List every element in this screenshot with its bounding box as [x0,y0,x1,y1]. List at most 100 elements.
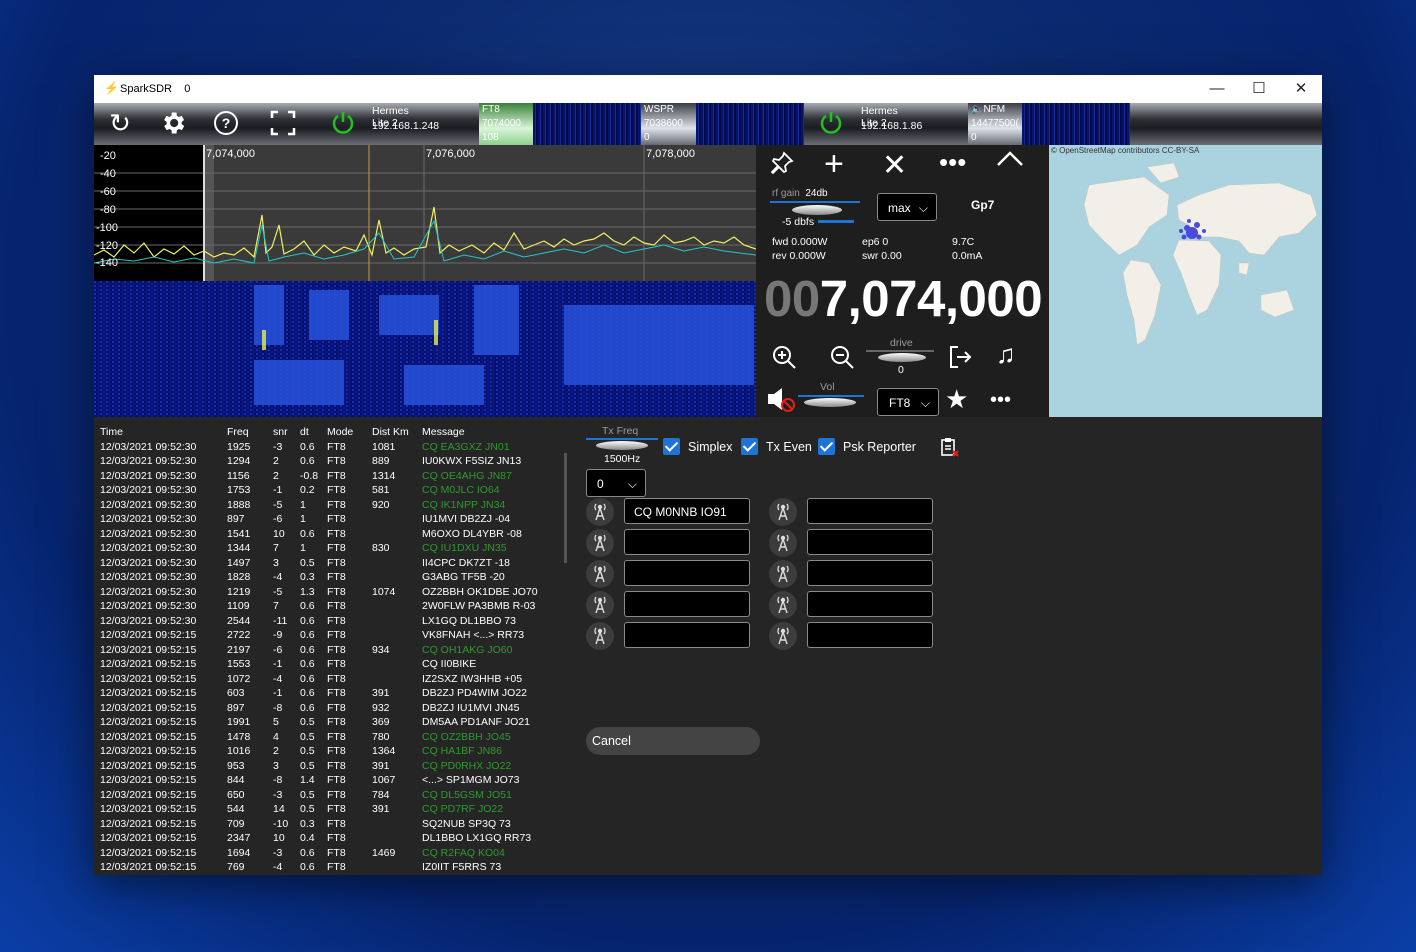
log-row[interactable]: 12/03/2021 09:52:30 1541 10 0.6 FT8 M6OXO DL4… [100,527,562,542]
tx-message-input[interactable] [807,498,933,524]
tx-message-input[interactable] [807,529,933,555]
world-map[interactable]: © OpenStreetMap contributors CC-BY-SA [1049,145,1322,417]
psk-reporter-checkbox[interactable] [818,438,835,455]
antenna-tower-icon[interactable] [769,591,797,619]
more-icon[interactable]: ••• [939,147,966,178]
log-row[interactable]: 12/03/2021 09:52:30 1109 7 0.6 FT8 2W0FLW PA3… [100,599,562,614]
tx-message-input[interactable] [624,591,750,617]
log-row[interactable]: 12/03/2021 09:52:15 1016 2 0.5 FT8 1364 CQ HA1… [100,744,562,759]
log-row[interactable]: 12/03/2021 09:52:15 2722 -9 0.6 FT8 VK8FNAH <… [100,628,562,643]
tx-even-checkbox[interactable] [741,438,758,455]
help-icon[interactable]: ? [208,105,244,141]
volume-slider[interactable] [798,395,864,397]
antenna-tower-icon[interactable] [769,560,797,588]
close-window-button[interactable]: ✕ [1280,75,1322,103]
rf-gain-knob[interactable] [792,205,842,215]
chevron-up-icon[interactable] [996,149,1024,172]
antenna-tower-icon[interactable] [586,560,614,588]
log-row[interactable]: 12/03/2021 09:52:15 650 -3 0.5 FT8 784 CQ DL5G… [100,788,562,803]
log-row[interactable]: 12/03/2021 09:52:30 1925 -3 0.6 FT8 1081 CQ EA… [100,440,562,455]
volume-knob[interactable] [804,398,856,407]
log-row[interactable]: 12/03/2021 09:52:30 1753 -1 0.2 FT8 581 CQ M0J… [100,483,562,498]
log-row[interactable]: 12/03/2021 09:52:15 544 14 0.5 FT8 391 CQ PD7R… [100,802,562,817]
log-row[interactable]: 12/03/2021 09:52:30 1294 2 0.6 FT8 889 IU0KWX … [100,454,562,469]
column-header[interactable]: dt [300,425,327,440]
pin-icon[interactable] [770,151,794,181]
maximize-button[interactable]: ☐ [1238,75,1280,103]
refresh-icon[interactable]: ↻ [102,105,138,141]
transmit-icon[interactable] [948,344,972,375]
log-row[interactable]: 12/03/2021 09:52:15 1553 -1 0.6 FT8 CQ II0BIK… [100,657,562,672]
mode-select[interactable]: FT8 ⌵ [877,388,939,416]
music-note-icon[interactable]: ♫ [996,339,1016,370]
column-header[interactable]: Message [422,425,562,440]
log-row[interactable]: 12/03/2021 09:52:30 1156 2 -0.8 FT8 1314 CQ OE… [100,469,562,484]
antenna-tower-icon[interactable] [586,529,614,557]
log-row[interactable]: 12/03/2021 09:52:15 844 -8 1.4 FT8 1067 <...> … [100,773,562,788]
log-row[interactable]: 12/03/2021 09:52:30 1344 7 1 FT8 830 CQ IU1DXU… [100,541,562,556]
antenna-tower-icon[interactable] [769,529,797,557]
log-row[interactable]: 12/03/2021 09:52:15 1694 -3 0.6 FT8 1469 CQ R2… [100,846,562,861]
log-row[interactable]: 12/03/2021 09:52:30 1828 -4 0.3 FT8 G3ABG TF5… [100,570,562,585]
tx-slot-select[interactable]: 0 ⌵ [586,469,646,497]
log-row[interactable]: 12/03/2021 09:52:30 1219 -5 1.3 FT8 1074 OZ2BB… [100,585,562,600]
column-header[interactable]: Freq [227,425,273,440]
gear-icon[interactable] [155,105,191,141]
tx-message-input[interactable] [624,560,750,586]
column-header[interactable]: snr [273,425,300,440]
rf-gain-slider[interactable] [770,201,860,203]
log-row[interactable]: 12/03/2021 09:52:15 897 -8 0.6 FT8 932 DB2ZJ I… [100,701,562,716]
slice-wspr[interactable]: WSPR 7038600 0 [641,103,696,145]
agc-select[interactable]: max ⌵ [877,193,937,221]
zoom-out-icon[interactable] [828,343,856,376]
log-row[interactable]: 12/03/2021 09:52:15 953 3 0.5 FT8 391 CQ PD0RH… [100,759,562,774]
antenna-tower-icon[interactable] [586,498,614,526]
log-row[interactable]: 12/03/2021 09:52:15 603 -1 0.6 FT8 391 DB2ZJ P… [100,686,562,701]
star-icon[interactable]: ★ [945,384,968,415]
close-icon[interactable]: ✕ [882,148,907,183]
antenna-tower-icon[interactable] [769,622,797,650]
decode-log-table[interactable]: Time Freq snr dt Mode Dist Km Message 12… [100,425,562,875]
log-row[interactable]: 12/03/2021 09:52:30 1888 -5 1 FT8 920 CQ IK1NP… [100,498,562,513]
tx-message-input[interactable]: CQ M0NNB IO91 [624,498,750,524]
fullscreen-icon[interactable] [265,105,301,141]
log-row[interactable]: 12/03/2021 09:52:15 1478 4 0.5 FT8 780 CQ OZ2B… [100,730,562,745]
clear-clipboard-icon[interactable] [939,436,961,463]
add-icon[interactable]: + [824,145,844,184]
tx-message-input[interactable] [807,560,933,586]
spectrum-waterfall[interactable]: -20 -40 -60 -80 -100 -120 -140 7,074,000… [94,145,756,417]
column-header[interactable]: Dist Km [372,425,422,440]
zoom-in-icon[interactable] [770,343,798,376]
simplex-checkbox[interactable] [663,438,680,455]
log-row[interactable]: 12/03/2021 09:52:30 2544 -11 0.6 FT8 LX1GQ DL… [100,614,562,629]
vfo-frequency[interactable]: 007,074,000 [764,269,1043,328]
log-row[interactable]: 12/03/2021 09:52:15 1072 -4 0.6 FT8 IZ2SXZ IW… [100,672,562,687]
log-row[interactable]: 12/03/2021 09:52:15 709 -10 0.3 FT8 SQ2NUB SP… [100,817,562,832]
log-row[interactable]: 12/03/2021 09:52:30 897 -6 1 FT8 IU1MVI DB2ZJ… [100,512,562,527]
tx-message-input[interactable] [807,622,933,648]
tx-message-input[interactable] [624,622,750,648]
log-row[interactable]: 12/03/2021 09:52:15 769 -4 0.6 FT8 IZ0IIT F5R… [100,860,562,875]
column-header[interactable]: Mode [327,425,372,440]
tx-freq-slider[interactable] [586,438,658,440]
cancel-button[interactable]: Cancel [586,727,760,755]
column-header[interactable]: Time [100,425,227,440]
more-options-icon[interactable]: ••• [990,389,1011,412]
antenna-tower-icon[interactable] [769,498,797,526]
antenna-tower-icon[interactable] [586,591,614,619]
antenna-tower-icon[interactable] [586,622,614,650]
drive-knob[interactable] [878,353,926,362]
power-icon[interactable] [330,109,356,135]
tx-message-input[interactable] [624,529,750,555]
tx-freq-knob[interactable] [596,441,648,450]
log-scrollbar[interactable] [564,453,567,563]
drive-slider[interactable] [866,350,934,352]
log-row[interactable]: 12/03/2021 09:52:15 1991 5 0.5 FT8 369 DM5AA P… [100,715,562,730]
tx-message-input[interactable] [807,591,933,617]
slice-nfm[interactable]: 🔈NFM 14477500( 0 [968,103,1022,145]
log-row[interactable]: 12/03/2021 09:52:30 1497 3 0.5 FT8 II4CPC DK7… [100,556,562,571]
log-row[interactable]: 12/03/2021 09:52:15 2347 10 0.4 FT8 DL1BBO LX… [100,831,562,846]
power-icon-2[interactable] [818,109,844,135]
minimize-button[interactable]: — [1196,75,1238,103]
mute-icon[interactable] [766,385,796,418]
